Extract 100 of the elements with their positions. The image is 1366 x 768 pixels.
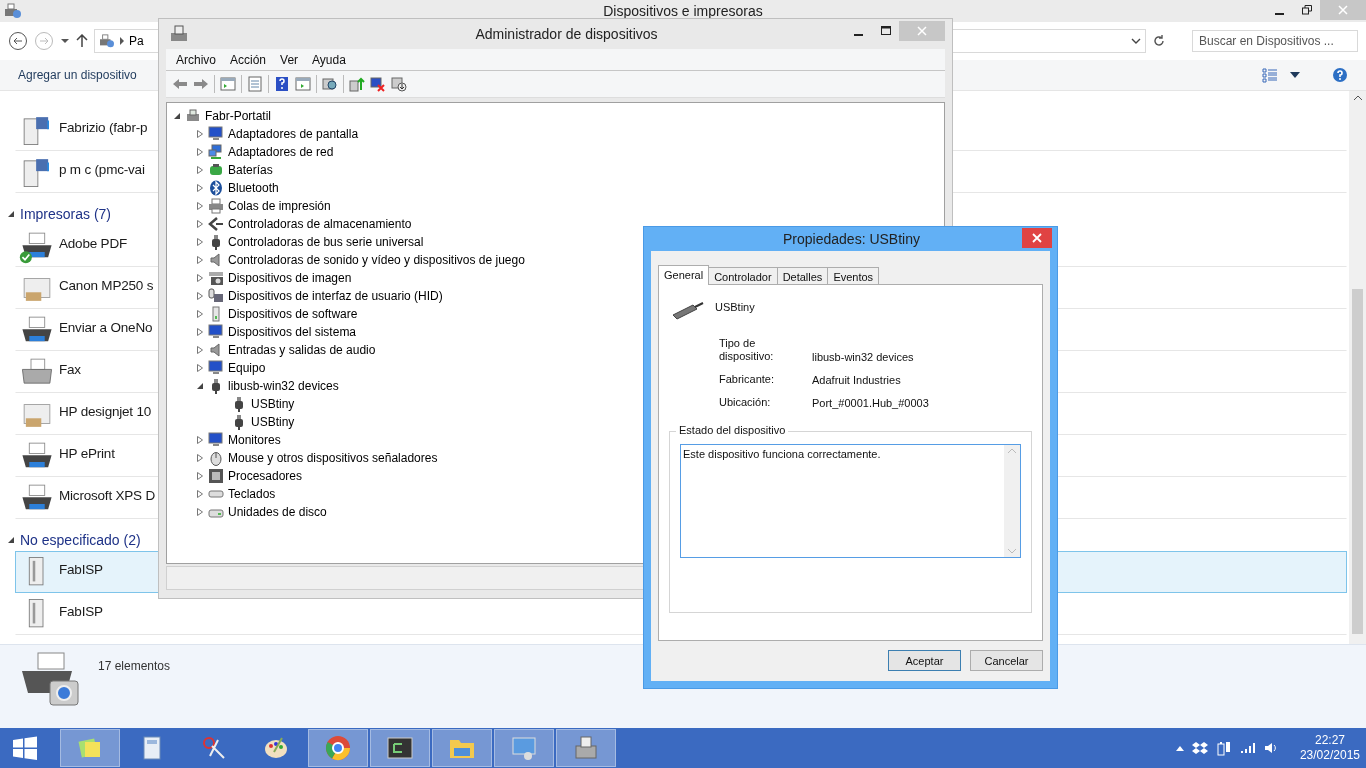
expand-arrow-icon[interactable] (196, 292, 204, 300)
back-icon[interactable] (8, 31, 28, 51)
tree-item[interactable]: Dispositivos de imagen (228, 271, 352, 285)
window-title: Administrador de dispositivos (474, 26, 659, 42)
dialog-button[interactable]: Cancelar (970, 650, 1043, 671)
item-count: 17 elementos (98, 659, 171, 673)
tree-item[interactable]: Adaptadores de pantalla (228, 127, 359, 141)
tree-item[interactable]: Baterías (228, 163, 273, 177)
expand-arrow-icon[interactable] (196, 148, 204, 156)
tab[interactable]: General (658, 265, 710, 285)
expand-arrow-icon[interactable] (196, 256, 204, 264)
expand-arrow-icon[interactable] (196, 310, 204, 318)
back-arrow-icon[interactable] (172, 76, 188, 92)
tree-item[interactable]: USBtiny (251, 415, 295, 429)
expand-arrow-icon[interactable] (196, 184, 204, 192)
tree-item[interactable]: Mouse y otros dispositivos señaladores (228, 451, 438, 465)
menu-item[interactable]: Acción (224, 52, 273, 67)
expand-arrow-icon[interactable] (196, 472, 204, 480)
expand-arrow-icon[interactable] (7, 210, 15, 218)
volume-icon[interactable] (1263, 741, 1278, 755)
expand-arrow-icon[interactable] (196, 166, 204, 174)
expand-arrow-icon[interactable] (196, 346, 204, 354)
battery-icon[interactable] (1215, 740, 1232, 756)
tree-item[interactable]: Bluetooth (228, 181, 279, 195)
show-hidden-icon[interactable] (1175, 745, 1184, 751)
minimize-icon (1275, 12, 1284, 15)
menu-item[interactable]: Ver (274, 52, 305, 67)
close-button[interactable] (1022, 228, 1052, 248)
caret-icon[interactable] (60, 36, 70, 46)
expand-arrow-icon[interactable] (196, 490, 204, 498)
window-title: Dispositivos e impresoras (602, 3, 764, 19)
refresh-icon[interactable] (1152, 34, 1166, 48)
expand-arrow-icon[interactable] (196, 508, 204, 516)
tree-item[interactable]: Fabr-Portatil (205, 109, 272, 123)
expand-arrow-icon[interactable] (196, 364, 204, 372)
expand-arrow-icon[interactable] (196, 202, 204, 210)
add-device-link[interactable]: Agregar un dispositivo (18, 68, 137, 82)
tree-item[interactable]: USBtiny (251, 397, 295, 411)
menu-item[interactable]: Archivo (170, 52, 222, 67)
tree-item[interactable]: Colas de impresión (228, 199, 331, 213)
tree-item[interactable]: Dispositivos del sistema (228, 325, 357, 339)
signal-icon[interactable] (1239, 742, 1256, 754)
fax-icon (22, 358, 52, 384)
help-icon[interactable] (274, 76, 290, 92)
monitor-icon (208, 126, 224, 142)
tree-item[interactable]: Controladoras de almacenamiento (228, 217, 412, 231)
printer-icon (23, 404, 51, 427)
menu-item[interactable]: Ayuda (306, 52, 352, 67)
disable-device-icon[interactable] (370, 76, 386, 92)
device-manager-icon[interactable] (572, 734, 600, 762)
expand-arrow-icon[interactable] (196, 238, 204, 246)
expand-arrow-icon[interactable] (196, 328, 204, 336)
tree-item[interactable]: Adaptadores de red (228, 145, 334, 159)
tree-item[interactable]: libusb-win32 devices (228, 379, 339, 393)
tree-item[interactable]: Teclados (228, 487, 276, 501)
expand-arrow-icon[interactable] (173, 112, 181, 120)
media-computer-icon (23, 117, 49, 145)
expand-arrow-icon[interactable] (196, 130, 204, 138)
tree-item[interactable]: Dispositivos de interfaz de usuario (HID) (228, 289, 443, 303)
group-header[interactable]: Impresoras (7) (20, 206, 112, 222)
tree-item[interactable]: Unidades de disco (228, 505, 327, 519)
hid-icon (208, 288, 224, 304)
expand-arrow-icon[interactable] (196, 274, 204, 282)
console-tree-icon[interactable] (220, 76, 236, 92)
caret-icon[interactable] (1290, 71, 1300, 79)
chevron-down-icon[interactable] (1131, 37, 1141, 45)
expand-arrow-icon[interactable] (196, 436, 204, 444)
clock-date[interactable]: 23/02/2015 (1299, 748, 1360, 763)
expand-arrow-icon[interactable] (7, 536, 15, 544)
field-label: Ubicación: (719, 396, 772, 409)
battery-icon (208, 162, 224, 178)
tree-item[interactable]: Equipo (228, 361, 266, 375)
view-list-icon[interactable] (1262, 67, 1278, 83)
expand-arrow-icon[interactable] (196, 382, 204, 390)
search-field[interactable]: Buscar en Dispositivos ... (1192, 30, 1358, 52)
tree-item[interactable]: Procesadores (228, 469, 303, 483)
update-driver-icon[interactable] (349, 76, 365, 92)
scroll-bar[interactable] (1349, 91, 1366, 644)
tree-item[interactable]: Controladoras de sonido y vídeo y dispositivos de juego (228, 253, 525, 267)
field-value: libusb-win32 devices (812, 351, 915, 363)
scan-hardware-icon[interactable] (322, 76, 338, 92)
expand-arrow-icon[interactable] (196, 220, 204, 228)
up-arrow-icon[interactable] (76, 34, 88, 48)
clock-time[interactable]: 22:27 (1314, 733, 1345, 748)
browser-icon[interactable] (324, 734, 352, 762)
dialog-button[interactable]: Aceptar (888, 650, 961, 671)
tree-item[interactable]: Controladoras de bus serie universal (228, 235, 424, 249)
tree-item[interactable]: Monitores (228, 433, 281, 447)
terminal-icon[interactable] (386, 734, 414, 762)
action-pane-icon[interactable] (295, 76, 311, 92)
dropbox-icon[interactable] (1191, 741, 1208, 755)
group-header[interactable]: No especificado (2) (20, 532, 141, 548)
uninstall-device-icon[interactable] (391, 76, 407, 92)
tree-item[interactable]: Entradas y salidas de audio (228, 343, 376, 357)
tree-item[interactable]: Dispositivos de software (228, 307, 358, 321)
help-icon[interactable] (1332, 67, 1348, 83)
forward-arrow-icon[interactable] (193, 76, 209, 92)
tab[interactable]: Eventos (827, 267, 880, 285)
expand-arrow-icon[interactable] (196, 454, 204, 462)
monitor-icon (208, 324, 224, 340)
